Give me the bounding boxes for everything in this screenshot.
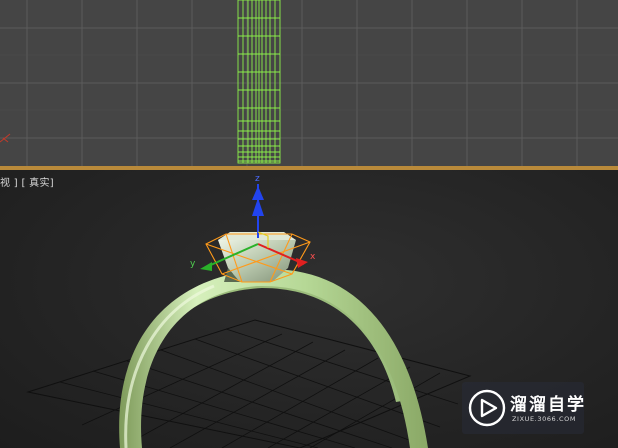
gizmo-x-label: x: [310, 252, 316, 262]
wireframe-column: [237, 0, 281, 164]
top-viewport[interactable]: [0, 0, 618, 166]
viewport-label-shading[interactable]: [ 真实]: [21, 178, 53, 189]
3dsmax-viewports: z x y 视 ] [ 真实] 溜溜自学 ZIXUE.3066.COM: [0, 0, 618, 448]
watermark: 溜溜自学 ZIXUE.3066.COM: [462, 382, 584, 434]
gizmo-y-label: y: [190, 259, 196, 269]
gizmo-y-arrow[interactable]: [200, 262, 212, 271]
viewport-label[interactable]: 视 ] [ 真实]: [0, 174, 54, 189]
ring-band-back: [124, 273, 408, 418]
play-icon: [468, 389, 506, 427]
watermark-title: 溜溜自学: [510, 395, 586, 415]
watermark-url: ZIXUE.3066.COM: [512, 415, 577, 423]
top-grid: [0, 0, 618, 166]
gizmo-x-arrow[interactable]: [296, 258, 308, 268]
gizmo-z-arrow[interactable]: [252, 186, 264, 200]
gizmo-z-arrow-lower[interactable]: [252, 198, 264, 216]
top-viewport-canvas: [0, 0, 618, 166]
viewport-label-view[interactable]: 视 ]: [0, 178, 18, 189]
gizmo-z-label: z: [255, 174, 260, 184]
